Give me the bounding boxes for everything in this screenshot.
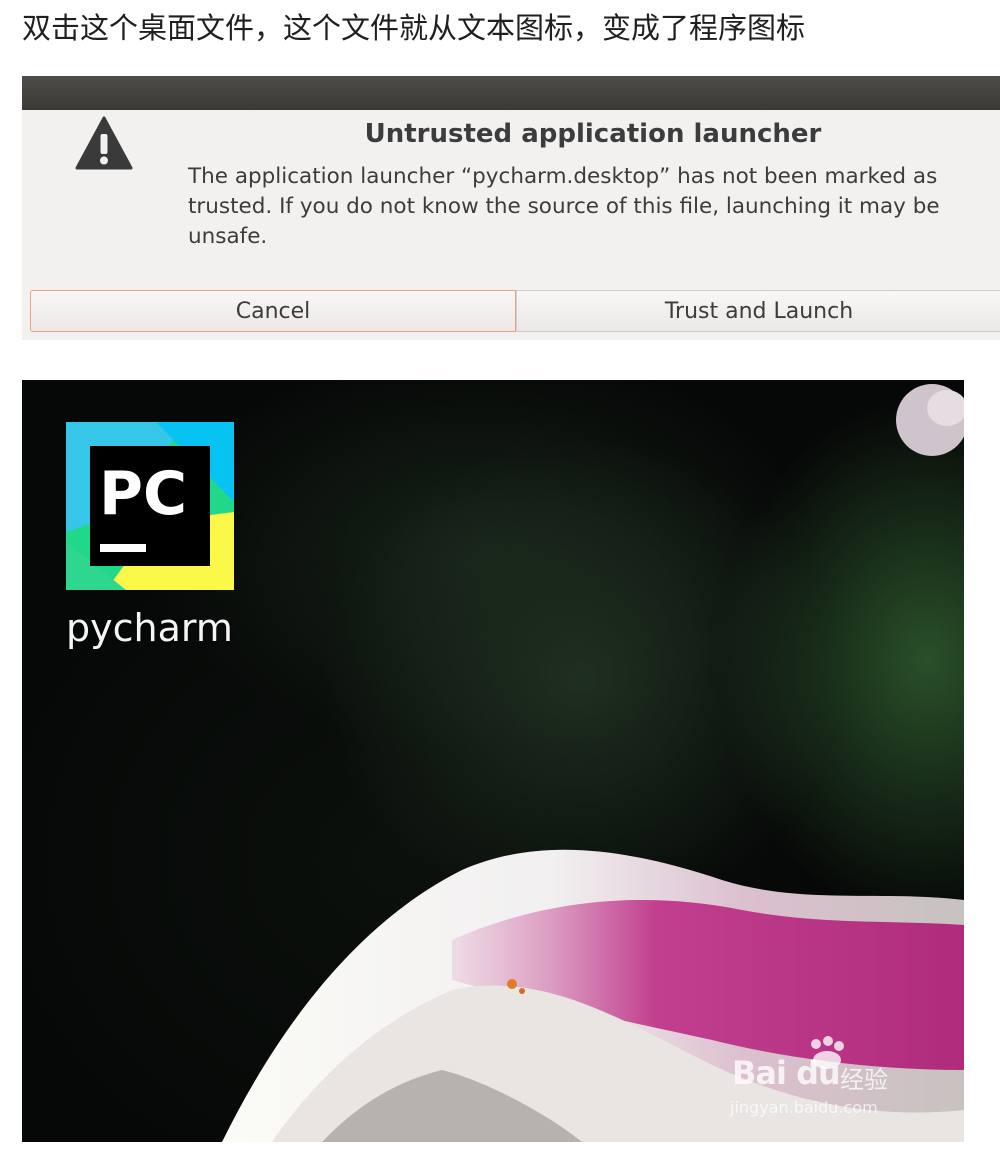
warning-icon <box>75 116 133 170</box>
dialog-message: The application launcher “pycharm.deskto… <box>188 164 940 249</box>
watermark-brand: Bai du <box>732 1054 841 1092</box>
dialog-titlebar <box>22 76 1000 110</box>
desktop-background: PC pycharm Bai du 经验 jingyan.baidu.com <box>22 380 964 1142</box>
trust-and-launch-button[interactable]: Trust and Launch <box>516 290 1000 332</box>
instruction-caption: 双击这个桌面文件，这个文件就从文本图标，变成了程序图标 <box>22 11 806 45</box>
untrusted-launcher-dialog: Untrusted application launcher The appli… <box>22 76 1000 340</box>
dialog-title: Untrusted application launcher <box>364 119 822 149</box>
desktop-icon-label[interactable]: pycharm <box>66 604 256 652</box>
baidu-watermark: Bai du 经验 jingyan.baidu.com <box>728 1036 948 1136</box>
pycharm-icon[interactable]: PC <box>66 422 234 590</box>
watermark-brand-cn: 经验 <box>840 1066 888 1094</box>
dialog-button-row: Cancel Trust and Launch <box>30 290 1000 334</box>
pycharm-icon-badge: PC <box>99 459 187 529</box>
watermark-url: jingyan.baidu.com <box>730 1098 878 1117</box>
cancel-button[interactable]: Cancel <box>30 290 516 332</box>
